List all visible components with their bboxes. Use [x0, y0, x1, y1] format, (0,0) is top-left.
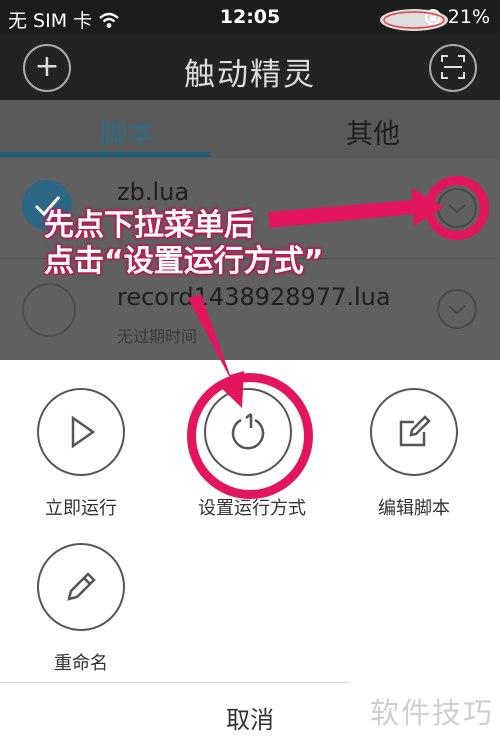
site-logo-badge	[380, 9, 448, 31]
annotation-line-1: 先点下拉菜单后	[44, 208, 254, 243]
watermark: 软件技巧	[369, 696, 494, 730]
highlight-ring-dropdown	[425, 176, 489, 240]
annotation-text: 先点下拉菜单后 点击“设置运行方式”	[44, 208, 323, 280]
annotation-line-2: 点击“设置运行方式”	[44, 244, 324, 279]
highlight-ring-run-mode	[187, 373, 313, 499]
